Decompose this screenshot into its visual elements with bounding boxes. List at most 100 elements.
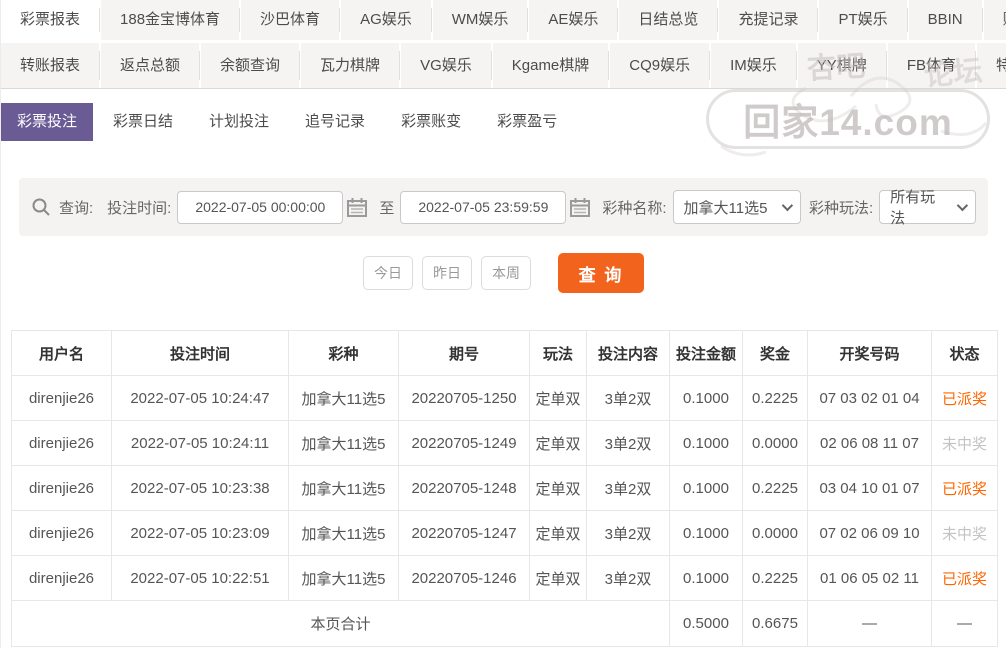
play-type-select[interactable]: 所有玩法 [879, 190, 976, 224]
nav-tab-balance-query[interactable]: 余额查询 [201, 43, 301, 88]
table-row: direnjie26 2022-07-05 10:24:11 加拿大11选5 2… [12, 421, 998, 466]
totals-label: 本页合计 [12, 601, 670, 647]
status-badge: 已派奖 [932, 376, 998, 421]
cell-lottery: 加拿大11选5 [289, 376, 399, 421]
time-from-input[interactable] [177, 191, 343, 224]
status-badge: 已派奖 [932, 466, 998, 511]
nav-tab-pt[interactable]: PT娱乐 [819, 0, 908, 40]
table-header-row: 用户名 投注时间 彩种 期号 玩法 投注内容 投注金额 奖金 开奖号码 状态 [12, 331, 998, 376]
totals-status-dash: — [932, 601, 998, 647]
cell-username: direnjie26 [12, 511, 112, 556]
subnav-tab-lottery-daily[interactable]: 彩票日结 [97, 103, 189, 141]
nav-tab-vg[interactable]: VG娱乐 [401, 43, 493, 88]
cell-prize: 0.0000 [743, 511, 808, 556]
nav-tab-tetu-chess[interactable]: 特兔棋牌 [977, 43, 1006, 88]
nav-tab-yy-chess[interactable]: YY棋牌 [798, 43, 888, 88]
cell-username: direnjie26 [12, 556, 112, 601]
calendar-icon[interactable] [570, 198, 590, 217]
top-navigation: 彩票报表 188金宝博体育 沙巴体育 AG娱乐 WM娱乐 AE娱乐 日结总览 充… [1, 0, 1006, 89]
cell-bet-time: 2022-07-05 10:23:09 [112, 511, 289, 556]
nav-tab-im[interactable]: IM娱乐 [711, 43, 798, 88]
lottery-name-value: 加拿大11选5 [684, 197, 768, 218]
cell-play: 定单双 [530, 511, 587, 556]
table-row: direnjie26 2022-07-05 10:23:09 加拿大11选5 2… [12, 511, 998, 556]
totals-numbers-dash: — [808, 601, 932, 647]
table-row: direnjie26 2022-07-05 10:24:47 加拿大11选5 2… [12, 376, 998, 421]
table-row: direnjie26 2022-07-05 10:23:38 加拿大11选5 2… [12, 466, 998, 511]
nav-tab-deposit-records[interactable]: 充提记录 [719, 0, 819, 40]
nav-tab-wali-chess[interactable]: 瓦力棋牌 [301, 43, 401, 88]
status-badge: 已派奖 [932, 556, 998, 601]
col-issue: 期号 [399, 331, 530, 376]
status-badge: 未中奖 [932, 421, 998, 466]
yesterday-button[interactable]: 昨日 [422, 256, 472, 290]
cell-username: direnjie26 [12, 421, 112, 466]
nav-row-2: 转账报表 返点总额 余额查询 瓦力棋牌 VG娱乐 Kgame棋牌 CQ9娱乐 I… [1, 43, 1006, 88]
subnav-tab-lottery-bets[interactable]: 彩票投注 [1, 103, 93, 141]
to-label: 至 [379, 197, 394, 218]
cell-numbers: 07 02 06 09 10 [808, 511, 932, 556]
nav-tab-account-change[interactable]: 账变报表 [984, 0, 1006, 40]
bets-table: 用户名 投注时间 彩种 期号 玩法 投注内容 投注金额 奖金 开奖号码 状态 d… [11, 330, 998, 647]
cell-content: 3单2双 [587, 466, 670, 511]
nav-tab-188-sport[interactable]: 188金宝博体育 [101, 0, 241, 40]
cell-bet-time: 2022-07-05 10:24:11 [112, 421, 289, 466]
subnav-tab-chase-records[interactable]: 追号记录 [289, 103, 381, 141]
nav-tab-kgame[interactable]: Kgame棋牌 [493, 43, 611, 88]
cell-play: 定单双 [530, 556, 587, 601]
cell-issue: 20220705-1250 [399, 376, 530, 421]
cell-play: 定单双 [530, 376, 587, 421]
cell-bet-time: 2022-07-05 10:22:51 [112, 556, 289, 601]
nav-tab-bbin[interactable]: BBIN [909, 0, 984, 40]
nav-tab-wm[interactable]: WM娱乐 [433, 0, 530, 40]
cell-prize: 0.2225 [743, 556, 808, 601]
cell-numbers: 01 06 05 02 11 [808, 556, 932, 601]
subnav-tab-plan-bets[interactable]: 计划投注 [193, 103, 285, 141]
nav-tab-ag[interactable]: AG娱乐 [341, 0, 433, 40]
cell-prize: 0.2225 [743, 466, 808, 511]
col-username: 用户名 [12, 331, 112, 376]
nav-tab-ae[interactable]: AE娱乐 [529, 0, 619, 40]
nav-tab-rebate-total[interactable]: 返点总额 [101, 43, 201, 88]
this-week-button[interactable]: 本周 [481, 256, 531, 290]
totals-row: 本页合计 0.5000 0.6675 — — [12, 601, 998, 647]
cell-prize: 0.0000 [743, 421, 808, 466]
nav-tab-lottery-report[interactable]: 彩票报表 [1, 0, 101, 40]
col-status: 状态 [932, 331, 998, 376]
play-type-value: 所有玩法 [890, 186, 949, 228]
totals-amount: 0.5000 [670, 601, 743, 647]
subnav-tab-lottery-profit[interactable]: 彩票盈亏 [481, 103, 573, 141]
query-button[interactable]: 查 询 [558, 253, 644, 293]
cell-bet-time: 2022-07-05 10:24:47 [112, 376, 289, 421]
subnav-tab-lottery-account-change[interactable]: 彩票账变 [385, 103, 477, 141]
col-prize: 奖金 [743, 331, 808, 376]
cell-bet-time: 2022-07-05 10:23:38 [112, 466, 289, 511]
nav-tab-cq9[interactable]: CQ9娱乐 [610, 43, 711, 88]
nav-tab-saba-sport[interactable]: 沙巴体育 [241, 0, 341, 40]
lottery-name-select[interactable]: 加拿大11选5 [673, 190, 801, 224]
cell-prize: 0.2225 [743, 376, 808, 421]
cell-lottery: 加拿大11选5 [289, 466, 399, 511]
col-content: 投注内容 [587, 331, 670, 376]
play-type-label: 彩种玩法: [809, 197, 873, 218]
cell-amount: 0.1000 [670, 556, 743, 601]
cell-content: 3单2双 [587, 511, 670, 556]
cell-amount: 0.1000 [670, 421, 743, 466]
calendar-icon[interactable] [347, 198, 367, 217]
col-bet-time: 投注时间 [112, 331, 289, 376]
cell-lottery: 加拿大11选5 [289, 556, 399, 601]
cell-username: direnjie26 [12, 376, 112, 421]
lottery-subnav: 彩票投注 彩票日结 计划投注 追号记录 彩票账变 彩票盈亏 [1, 103, 1006, 141]
filter-panel: 查询: 投注时间: 至 彩种名称: 加拿大11选5 彩种玩法: 所有玩法 [19, 178, 988, 236]
nav-tab-daily-overview[interactable]: 日结总览 [619, 0, 719, 40]
bet-time-label: 投注时间: [107, 197, 171, 218]
time-to-input[interactable] [400, 191, 566, 224]
nav-tab-fb-sport[interactable]: FB体育 [888, 43, 977, 88]
cell-numbers: 02 06 08 11 07 [808, 421, 932, 466]
cell-lottery: 加拿大11选5 [289, 421, 399, 466]
today-button[interactable]: 今日 [363, 256, 413, 290]
col-play: 玩法 [530, 331, 587, 376]
nav-tab-transfer-report[interactable]: 转账报表 [1, 43, 101, 88]
cell-issue: 20220705-1249 [399, 421, 530, 466]
cell-username: direnjie26 [12, 466, 112, 511]
